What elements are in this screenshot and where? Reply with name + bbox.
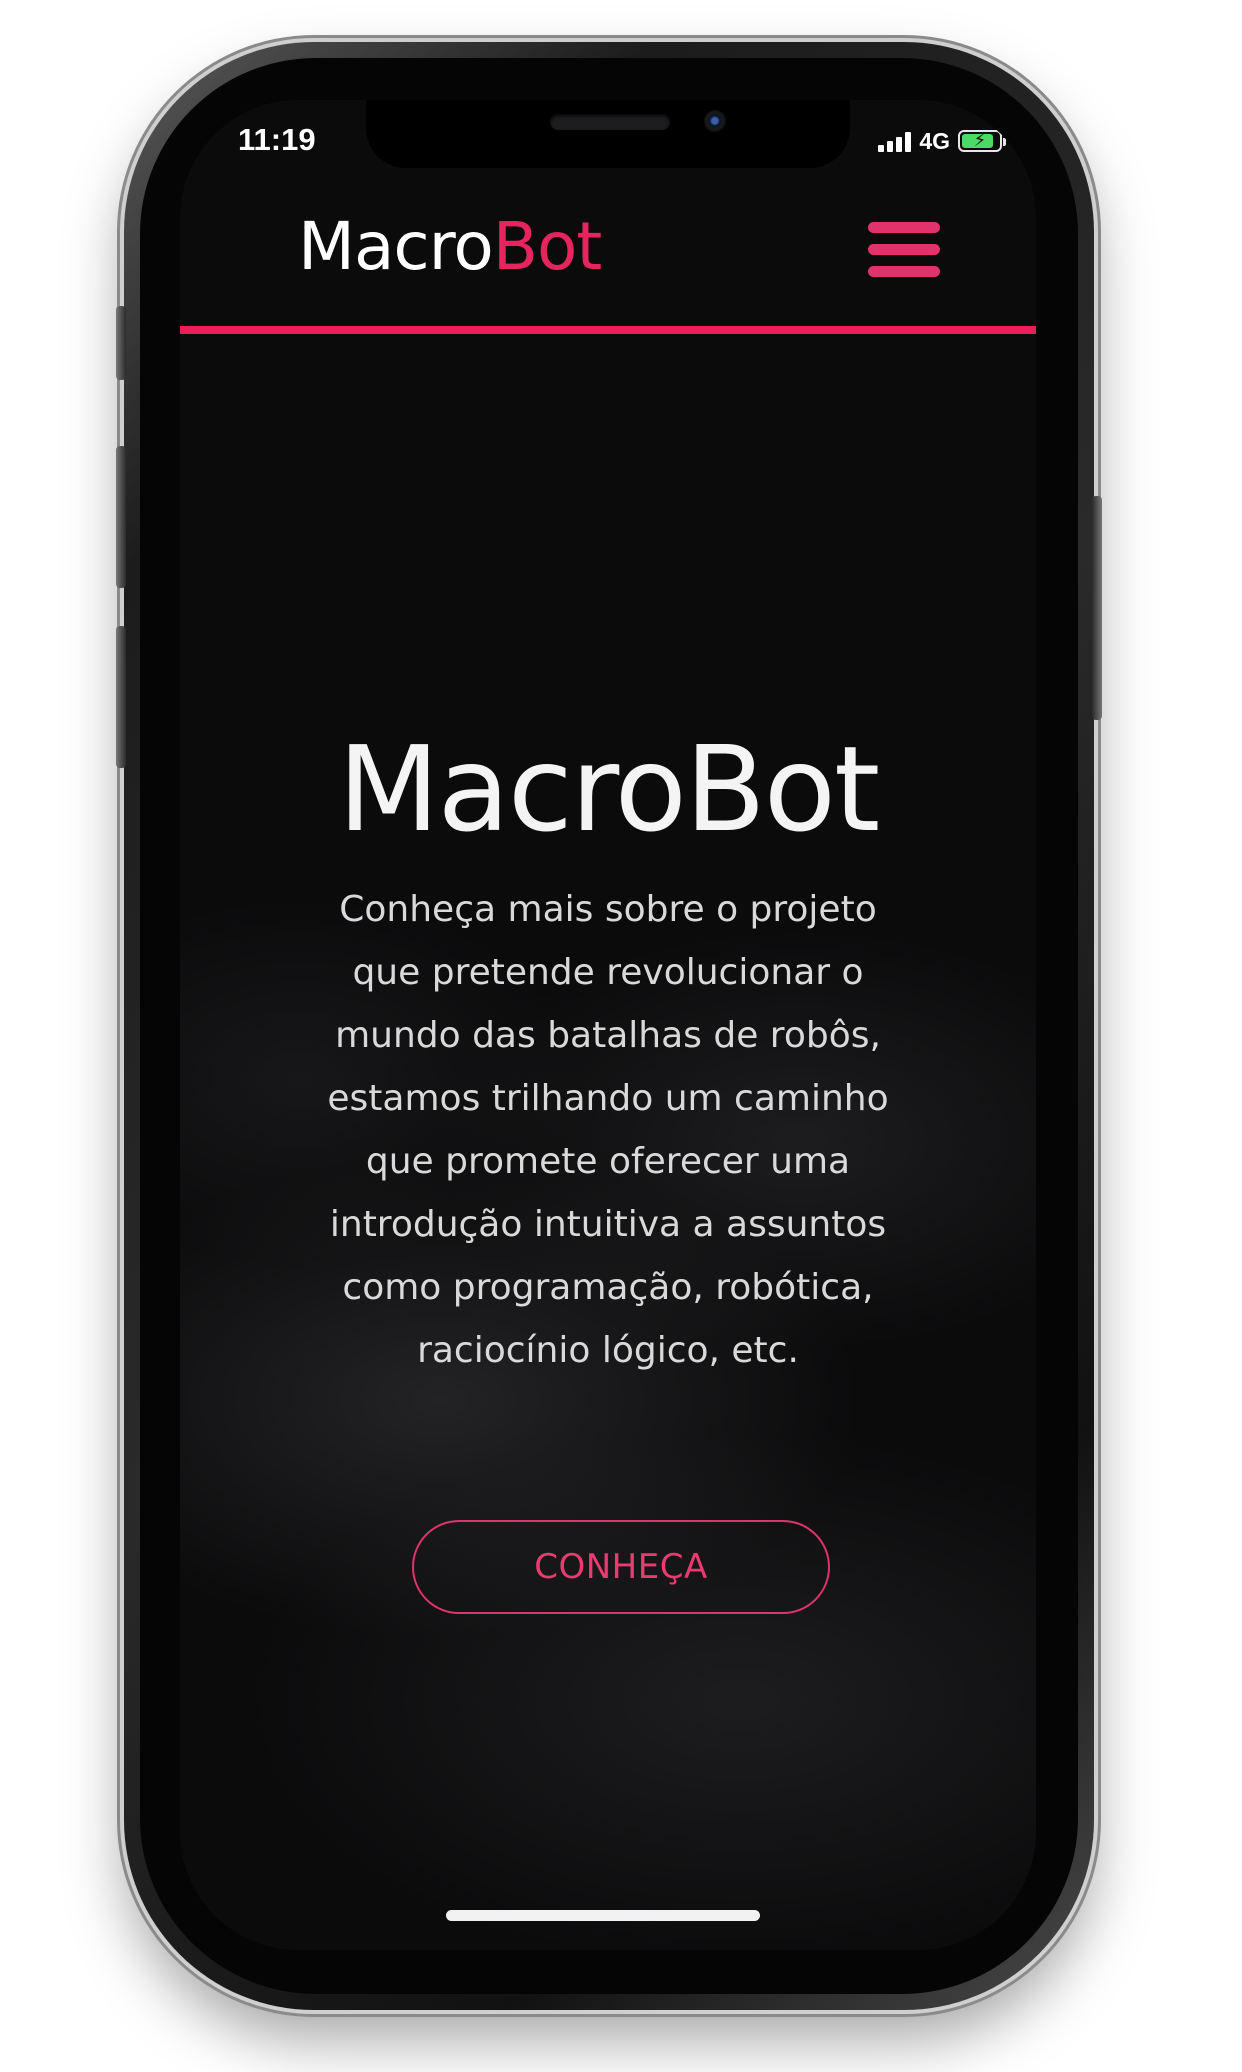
phone-screen: 11:19 4G ⚡ MacroBot MacroBot Conheça mai…: [180, 100, 1036, 1950]
hero-description-line: mundo das batalhas de robôs,: [335, 1015, 881, 1056]
hero-description-line: introdução intuitiva a assuntos: [329, 1204, 887, 1245]
front-camera: [704, 110, 728, 134]
volume-down-button: [116, 626, 126, 768]
hero-title: MacroBot: [337, 720, 881, 858]
volume-up-button: [116, 446, 126, 588]
status-indicators: 4G ⚡: [878, 126, 1006, 156]
network-type: 4G: [919, 127, 950, 154]
status-time: 11:19: [238, 122, 316, 157]
hero-description-line: que pretende revolucionar o: [352, 952, 864, 993]
notch: [366, 100, 850, 168]
charging-bolt-icon: ⚡: [973, 130, 987, 151]
hero-description-line: como programação, robótica,: [342, 1267, 874, 1308]
hero-description: Conheça mais sobre o projeto que pretend…: [240, 878, 976, 1382]
hero-description-line: Conheça mais sobre o projeto: [339, 889, 877, 930]
hero-description-line: raciocínio lógico, etc.: [417, 1330, 799, 1371]
hero-description-line: estamos trilhando um caminho: [327, 1078, 889, 1119]
earpiece-speaker: [550, 114, 670, 130]
conheca-button[interactable]: CONHEÇA: [412, 1520, 830, 1614]
home-indicator[interactable]: [446, 1910, 760, 1921]
battery-tip: [1003, 138, 1006, 146]
battery-icon: ⚡: [958, 130, 1006, 152]
hero-description-line: que promete oferecer uma: [365, 1141, 851, 1182]
brand-logo[interactable]: MacroBot: [298, 208, 603, 285]
header-divider: [180, 326, 1036, 334]
brand-prefix: Macro: [298, 208, 494, 285]
cellular-signal-icon: [878, 130, 912, 152]
hamburger-menu-icon[interactable]: [868, 222, 940, 278]
power-button: [1092, 496, 1102, 720]
brand-accent: Bot: [492, 208, 603, 285]
silent-switch: [116, 306, 126, 380]
